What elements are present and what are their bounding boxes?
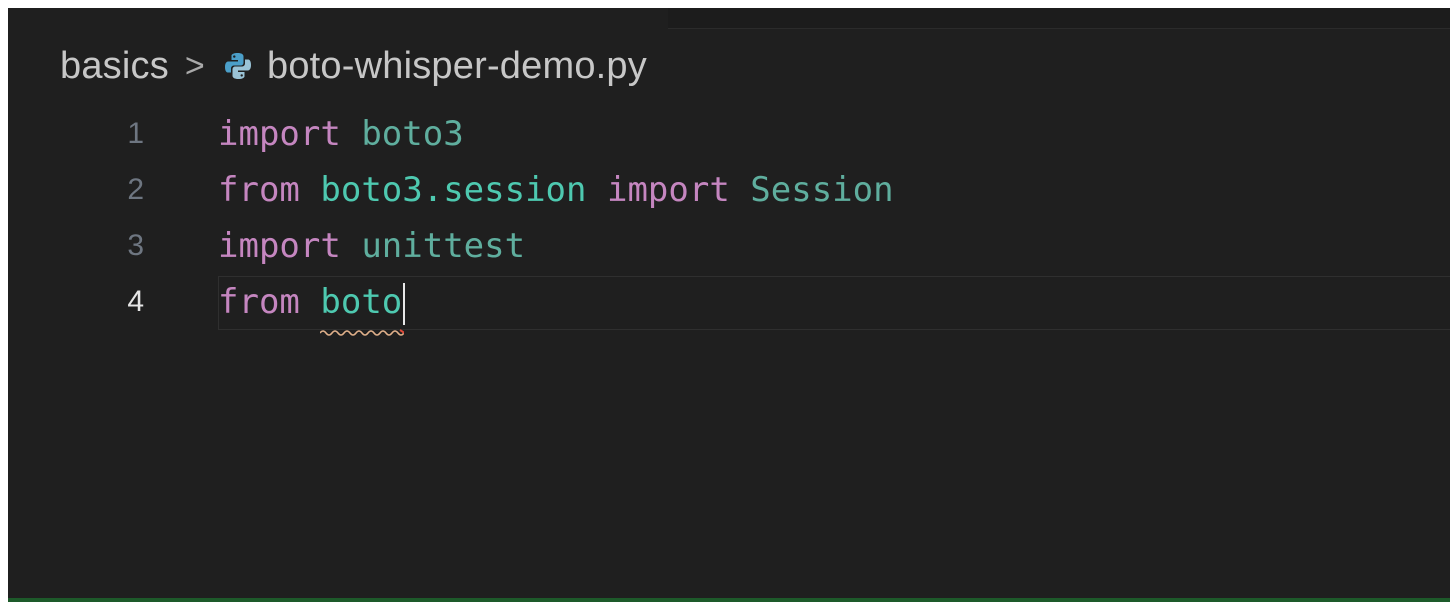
editor-window: basics > boto-whisper-demo.py 1 import b… <box>8 8 1450 602</box>
text-cursor <box>403 282 406 325</box>
code-line[interactable]: 1 import boto3 <box>8 106 1450 162</box>
module-token: boto <box>320 282 403 322</box>
keyword-token: import <box>606 170 730 210</box>
tab-strip-shadow <box>668 8 1450 29</box>
code-editor[interactable]: 1 import boto3 2 from boto3.session impo… <box>8 106 1450 336</box>
code-text: import boto3 <box>218 106 464 162</box>
line-number: 1 <box>127 117 144 150</box>
module-token: boto3 <box>361 114 464 154</box>
keyword-token: from <box>218 170 300 210</box>
line-number: 4 <box>127 285 144 318</box>
keyword-token: import <box>218 226 341 266</box>
line-number: 2 <box>127 173 144 206</box>
status-bar-edge <box>8 598 1450 602</box>
module-token: unittest <box>361 226 526 266</box>
code-text: from boto3.session import Session <box>218 162 894 218</box>
code-line-current[interactable]: 4 from boto <box>8 274 1450 336</box>
python-icon <box>221 49 255 83</box>
keyword-token: from <box>218 282 300 322</box>
code-text: from boto <box>218 274 406 336</box>
breadcrumb-file[interactable]: boto-whisper-demo.py <box>267 45 647 88</box>
line-number: 3 <box>127 229 144 262</box>
error-squiggle[interactable]: boto <box>320 274 405 336</box>
breadcrumb-folder[interactable]: basics <box>60 45 169 88</box>
breadcrumb-separator: > <box>184 46 205 85</box>
class-token: Session <box>750 170 894 210</box>
code-line[interactable]: 3 import unittest <box>8 218 1450 274</box>
code-line[interactable]: 2 from boto3.session import Session <box>8 162 1450 218</box>
keyword-token: import <box>218 114 341 154</box>
squiggle-underline <box>320 329 405 336</box>
code-text: import unittest <box>218 218 525 274</box>
module-token: .session <box>422 170 587 210</box>
breadcrumb: basics > boto-whisper-demo.py <box>60 44 647 88</box>
module-token: boto3 <box>320 170 423 210</box>
